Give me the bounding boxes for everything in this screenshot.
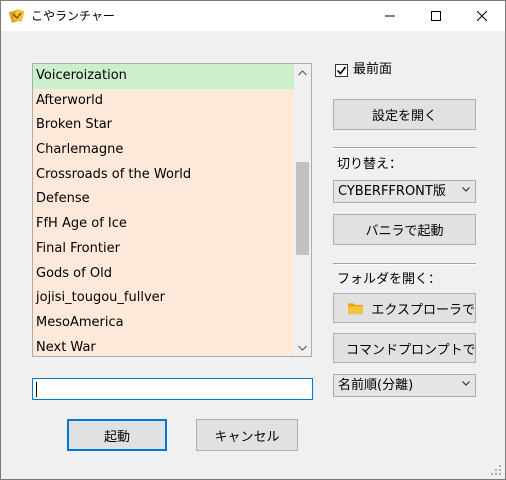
always-on-top-label: 最前面 bbox=[353, 62, 393, 77]
list-item[interactable]: Defense bbox=[33, 187, 294, 213]
list-item[interactable]: jojisi_tougou_fullver bbox=[33, 286, 294, 311]
chevron-down-icon bbox=[462, 187, 470, 192]
list-item[interactable]: Afterworld bbox=[33, 88, 294, 114]
resize-grip-icon[interactable] bbox=[490, 464, 502, 476]
sort-select[interactable]: 名前順(分離) bbox=[333, 374, 476, 397]
explorer-button[interactable]: エクスプローラで bbox=[333, 293, 476, 323]
explorer-button-label: エクスプローラで bbox=[371, 302, 475, 318]
list-item[interactable]: Charlemagne bbox=[33, 138, 294, 163]
command-prompt-button-label: コマンドプロンプトで bbox=[346, 342, 476, 358]
list-item[interactable]: Final Frontier bbox=[33, 236, 294, 262]
open-folder-label: フォルダを開く： bbox=[337, 272, 442, 287]
list-item[interactable]: Broken Star bbox=[33, 113, 294, 139]
separator bbox=[333, 147, 476, 149]
always-on-top-toggle[interactable]: 最前面 bbox=[335, 62, 392, 78]
launch-button[interactable]: 起動 bbox=[67, 419, 167, 451]
close-icon bbox=[477, 11, 487, 21]
scroll-thumb[interactable] bbox=[296, 162, 309, 255]
text-caret bbox=[36, 382, 37, 397]
list-item[interactable]: Crossroads of the World bbox=[33, 162, 294, 188]
chevron-up-icon bbox=[298, 69, 307, 75]
version-select[interactable]: CYBERFFRONT版 bbox=[333, 180, 476, 203]
open-settings-button[interactable]: 設定を開く bbox=[333, 99, 476, 130]
maximize-icon bbox=[431, 11, 441, 21]
list-item[interactable]: FfH Age of Ice bbox=[33, 212, 294, 237]
chevron-down-icon bbox=[298, 345, 307, 351]
cancel-button[interactable]: キャンセル bbox=[196, 419, 298, 451]
scroll-up-button[interactable] bbox=[294, 64, 311, 81]
title-bar: こやランチャー bbox=[1, 1, 505, 31]
list-item[interactable]: Gods of Old bbox=[33, 261, 294, 287]
close-button[interactable] bbox=[459, 1, 505, 31]
separator bbox=[333, 263, 476, 265]
chevron-down-icon bbox=[462, 381, 470, 386]
folder-icon bbox=[348, 303, 364, 315]
minimize-button[interactable] bbox=[367, 1, 413, 31]
vertical-scrollbar[interactable] bbox=[294, 64, 311, 356]
mod-list[interactable]: Voiceroization Afterworld Broken Star Charl… bbox=[32, 63, 312, 357]
always-on-top-checkbox[interactable] bbox=[335, 63, 348, 77]
app-icon bbox=[8, 8, 25, 24]
scroll-down-button[interactable] bbox=[294, 339, 311, 356]
checkmark-icon bbox=[336, 66, 347, 75]
minimize-icon bbox=[385, 15, 395, 17]
launcher-window: こやランチャー Voiceroization Afterworld Broken S… bbox=[0, 0, 506, 480]
switch-label: 切り替え： bbox=[337, 157, 403, 172]
version-select-value: CYBERFFRONT版 bbox=[338, 184, 446, 199]
maximize-button[interactable] bbox=[413, 1, 459, 31]
command-prompt-button[interactable]: C:\ コマンドプロンプトで bbox=[333, 333, 476, 363]
list-item[interactable]: Next War bbox=[33, 335, 294, 356]
vanilla-launch-button[interactable]: バニラで起動 bbox=[333, 214, 476, 245]
mod-list-items: Voiceroization Afterworld Broken Star Charl… bbox=[33, 64, 294, 356]
list-item[interactable]: Voiceroization bbox=[33, 64, 294, 89]
list-item[interactable]: MesoAmerica bbox=[33, 310, 294, 336]
search-input[interactable] bbox=[32, 378, 313, 400]
sort-select-value: 名前順(分離) bbox=[338, 378, 414, 393]
window-title: こやランチャー bbox=[31, 9, 115, 23]
